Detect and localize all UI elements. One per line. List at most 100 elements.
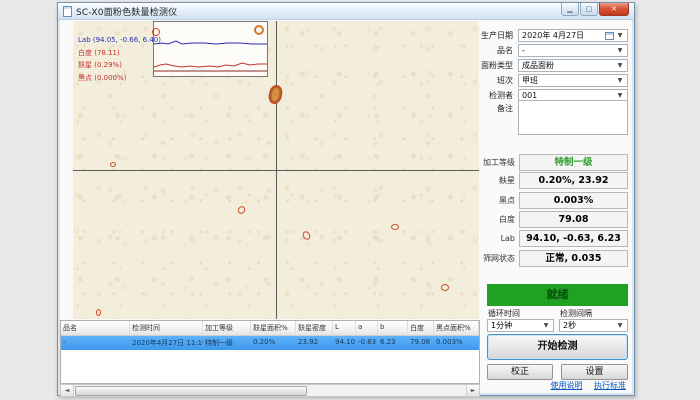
- footer-links: 使用说明 执行标准: [541, 380, 626, 391]
- cell-grade: 特制一级: [203, 336, 251, 350]
- cell-L: 94.10: [333, 336, 356, 350]
- calibrate-button[interactable]: 校正: [487, 364, 553, 380]
- col-header[interactable]: 加工等级: [203, 321, 251, 335]
- label-inspector: 检测者: [443, 89, 513, 102]
- chevron-down-icon[interactable]: ▼: [614, 61, 626, 70]
- chevron-down-icon[interactable]: ▼: [614, 76, 626, 85]
- cell-bran-area: 0.20%: [251, 336, 296, 350]
- chevron-down-icon[interactable]: ▼: [614, 91, 626, 100]
- label-whiteness: 白度: [451, 211, 515, 228]
- detect-interval-select[interactable]: 2秒 ▼: [559, 319, 628, 332]
- detected-spot-marker: [254, 25, 264, 35]
- label-lab: Lab: [451, 230, 515, 247]
- crosshair-horizontal: [73, 170, 479, 171]
- col-header[interactable]: 白度: [408, 321, 434, 335]
- inspector-value: 001: [522, 91, 537, 100]
- processing-grade-value: 特制一级: [519, 154, 628, 171]
- col-header[interactable]: 麸星面积%: [251, 321, 296, 335]
- product-name-select[interactable]: - ▼: [518, 44, 628, 57]
- cycle-time-value: 1分钟: [491, 321, 512, 330]
- col-header[interactable]: 麸星密度: [296, 321, 333, 335]
- cell-b: 6.23: [378, 336, 408, 350]
- col-header[interactable]: 检测时间: [130, 321, 203, 335]
- start-detection-button[interactable]: 开始检测: [487, 334, 628, 360]
- status-ready-banner: 就绪: [487, 284, 628, 306]
- history-table: 品名 检测时间 加工等级 麸星面积% 麸星密度 L a b 白度 黑点面积% -…: [60, 320, 480, 384]
- scroll-right-icon[interactable]: ►: [466, 385, 479, 396]
- scrollbar-thumb[interactable]: [75, 386, 307, 396]
- label-flour-type: 面粉类型: [443, 59, 513, 72]
- blackspot-value: 0.003%: [519, 192, 628, 209]
- legend-bran: 麸星 (0.29%): [78, 59, 161, 72]
- detected-spot-marker: [391, 224, 399, 230]
- label-blackspot: 黑点: [451, 192, 515, 209]
- chevron-down-icon[interactable]: ▼: [614, 31, 626, 40]
- flour-type-value: 成品面粉: [522, 61, 554, 70]
- cell-bran-density: 23.92: [296, 336, 333, 350]
- sample-image-viewer: Lab (94.05, -0.66, 6.40) 白度 (78.11) 麸星 (…: [73, 21, 479, 319]
- label-sieve-status: 筛网状态: [451, 250, 515, 267]
- detected-bran-particle: [268, 85, 282, 104]
- shift-value: 甲班: [522, 76, 538, 85]
- label-bran: 麸星: [451, 172, 515, 189]
- titlebar[interactable]: SC-X0面粉色麸量检测仪 ▁ ▢ ✕: [58, 3, 634, 20]
- col-header[interactable]: L: [333, 321, 356, 335]
- app-icon: [63, 6, 72, 17]
- col-header[interactable]: 黑点面积%: [434, 321, 479, 335]
- scroll-left-icon[interactable]: ◄: [61, 385, 74, 396]
- detected-spot-marker: [441, 284, 449, 291]
- legend-blackspot: 黑点 (0.000%): [78, 72, 161, 85]
- close-button[interactable]: ✕: [599, 3, 629, 16]
- col-header[interactable]: a: [356, 321, 378, 335]
- legend-whiteness: 白度 (78.11): [78, 47, 161, 60]
- product-name-value: -: [522, 46, 525, 55]
- calendar-icon: [605, 32, 614, 40]
- manual-link[interactable]: 使用说明: [550, 381, 582, 390]
- standard-link[interactable]: 执行标准: [594, 381, 626, 390]
- detected-spot-marker: [301, 230, 312, 241]
- minimize-button[interactable]: ▁: [561, 3, 579, 16]
- cell-product: -: [61, 336, 130, 350]
- col-header[interactable]: 品名: [61, 321, 130, 335]
- cycle-time-select[interactable]: 1分钟 ▼: [487, 319, 554, 332]
- detected-spot-marker: [152, 28, 160, 36]
- maximize-button[interactable]: ▢: [580, 3, 598, 16]
- table-header-row: 品名 检测时间 加工等级 麸星面积% 麸星密度 L a b 白度 黑点面积%: [61, 321, 479, 336]
- label-cycle-time: 循环时间: [488, 308, 520, 319]
- horizontal-scrollbar[interactable]: ◄ ►: [60, 384, 480, 397]
- app-window: SC-X0面粉色麸量检测仪 ▁ ▢ ✕ Lab (94.05, -0.66, 6…: [57, 2, 635, 396]
- cell-whiteness: 79.08: [408, 336, 434, 350]
- label-product-name: 品名: [443, 44, 513, 57]
- whiteness-value: 79.08: [519, 211, 628, 228]
- detect-interval-value: 2秒: [563, 321, 576, 330]
- table-row-selected[interactable]: - 2020年4月27日 11:10 特制一级 0.20% 23.92 94.1…: [61, 336, 479, 350]
- window-title: SC-X0面粉色麸量检测仪: [76, 5, 177, 18]
- bran-value: 0.20%, 23.92: [519, 172, 628, 189]
- cell-time: 2020年4月27日 11:10: [130, 336, 203, 350]
- label-notes: 备注: [443, 102, 513, 115]
- sieve-status-value: 正常, 0.035: [519, 250, 628, 267]
- chevron-down-icon[interactable]: ▼: [614, 321, 626, 330]
- notes-textarea[interactable]: [518, 100, 628, 135]
- cell-a: -0.63: [356, 336, 378, 350]
- label-shift: 班次: [443, 74, 513, 87]
- chevron-down-icon[interactable]: ▼: [614, 46, 626, 55]
- production-date-picker[interactable]: 2020年 4月27日 ▼: [518, 29, 628, 42]
- legend-lab: Lab (94.05, -0.66, 6.40): [78, 34, 161, 47]
- flour-type-select[interactable]: 成品面粉 ▼: [518, 59, 628, 72]
- label-detect-interval: 检测间隔: [560, 308, 592, 319]
- trend-mini-chart: [153, 21, 268, 77]
- cell-blackspot-area: 0.003%: [434, 336, 479, 350]
- col-header[interactable]: b: [378, 321, 408, 335]
- settings-button[interactable]: 设置: [561, 364, 628, 380]
- label-production-date: 生产日期: [443, 29, 513, 42]
- lab-value: 94.10, -0.63, 6.23: [519, 230, 628, 247]
- production-date-value: 2020年 4月27日: [522, 31, 584, 40]
- detected-spot-marker: [96, 309, 101, 316]
- detected-spot-marker: [236, 205, 247, 216]
- chevron-down-icon[interactable]: ▼: [540, 321, 552, 330]
- label-processing-grade: 加工等级: [451, 154, 515, 171]
- trend-legend: Lab (94.05, -0.66, 6.40) 白度 (78.11) 麸星 (…: [78, 34, 161, 84]
- detected-spot-marker: [110, 162, 116, 167]
- shift-select[interactable]: 甲班 ▼: [518, 74, 628, 87]
